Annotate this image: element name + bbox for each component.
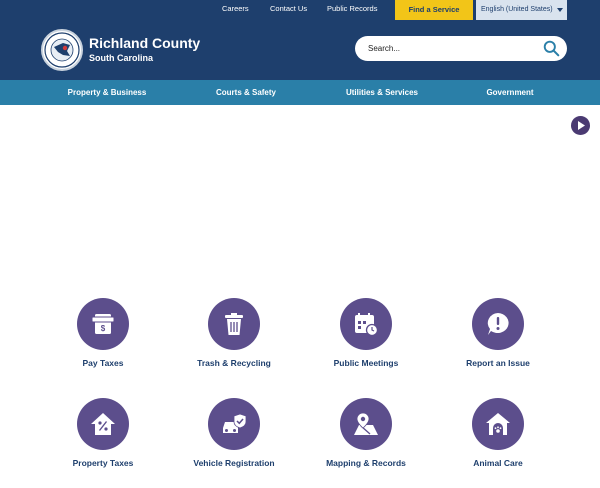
quick-link-vehicle-registration[interactable]: Vehicle Registration [169, 398, 299, 488]
search-box [355, 36, 567, 61]
trash-can-icon [225, 313, 243, 335]
site-subtitle: South Carolina [89, 53, 154, 63]
search-icon[interactable] [543, 40, 560, 57]
quick-link-trash-recycling[interactable]: Trash & Recycling [169, 298, 299, 388]
site-header: Richland County South Carolina [0, 20, 600, 80]
house-percent-icon [91, 413, 115, 435]
find-service-button[interactable]: Find a Service [395, 0, 473, 20]
quick-link-icon-circle [77, 398, 129, 450]
main-nav: Property & Business Courts & Safety Util… [0, 80, 600, 105]
chevron-down-icon [557, 8, 563, 12]
quick-link-label: Mapping & Records [326, 458, 406, 468]
nav-courts-safety[interactable]: Courts & Safety [182, 80, 310, 105]
careers-link[interactable]: Careers [222, 4, 249, 13]
quick-link-label: Vehicle Registration [193, 458, 275, 468]
quick-link-public-meetings[interactable]: Public Meetings [301, 298, 431, 388]
quick-link-pay-taxes[interactable]: $ Pay Taxes [38, 298, 168, 388]
quick-link-icon-circle [340, 298, 392, 350]
bill-icon: $ [91, 314, 115, 334]
car-check-icon [223, 413, 247, 433]
play-icon [578, 121, 585, 130]
slideshow-play-button[interactable] [571, 116, 590, 135]
site-title[interactable]: Richland County [89, 35, 200, 51]
nav-property-business[interactable]: Property & Business [43, 80, 171, 105]
contact-us-link[interactable]: Contact Us [270, 4, 307, 13]
language-select[interactable]: English (United States) [476, 0, 567, 20]
quick-link-label: Public Meetings [333, 358, 399, 368]
calendar-clock-icon [355, 313, 379, 337]
nav-utilities-services[interactable]: Utilities & Services [318, 80, 446, 105]
public-records-link[interactable]: Public Records [327, 4, 377, 13]
quick-link-icon-circle [340, 398, 392, 450]
quick-link-icon-circle [208, 298, 260, 350]
county-seal-logo[interactable] [41, 29, 83, 71]
paw-house-icon [486, 413, 510, 435]
quick-link-icon-circle [472, 298, 524, 350]
seal-icon [44, 32, 80, 68]
quick-link-label: Trash & Recycling [197, 358, 271, 368]
quick-link-report-issue[interactable]: Report an Issue [433, 298, 563, 388]
quick-link-label: Pay Taxes [82, 358, 124, 368]
quick-link-mapping-records[interactable]: Mapping & Records [301, 398, 431, 488]
map-pin-icon [354, 412, 378, 435]
search-input[interactable] [368, 41, 538, 56]
svg-text:$: $ [101, 324, 106, 333]
quick-link-label: Animal Care [473, 458, 523, 468]
quick-link-animal-care[interactable]: Animal Care [433, 398, 563, 488]
nav-government[interactable]: Government [446, 80, 574, 105]
quick-link-label: Report an Issue [466, 358, 530, 368]
alert-bubble-icon [487, 313, 509, 335]
quick-link-icon-circle [208, 398, 260, 450]
quick-link-icon-circle [472, 398, 524, 450]
utility-bar: Careers Contact Us Public Records Find a… [0, 0, 600, 20]
quick-link-icon-circle: $ [77, 298, 129, 350]
quick-link-property-taxes[interactable]: Property Taxes [38, 398, 168, 488]
language-select-value: English (United States) [481, 6, 553, 13]
quick-link-label: Property Taxes [72, 458, 134, 468]
